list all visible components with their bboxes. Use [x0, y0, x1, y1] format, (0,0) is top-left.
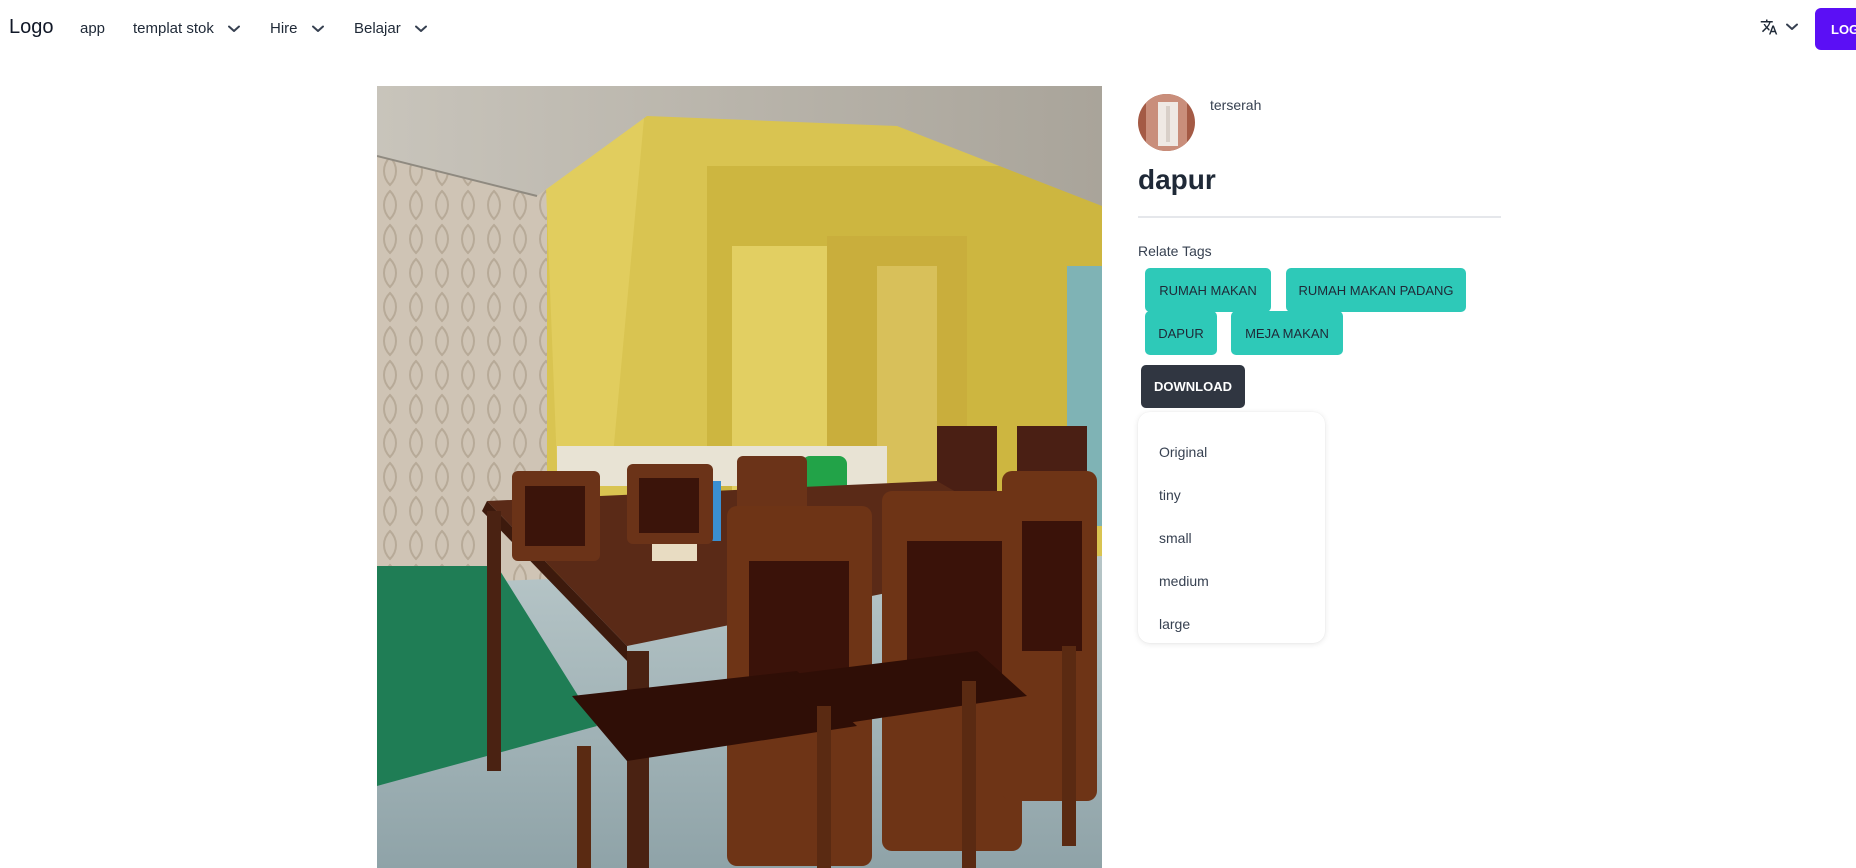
chevron-down-icon	[227, 25, 240, 32]
author-username[interactable]: terserah	[1210, 97, 1261, 113]
nav-item-label: Belajar	[354, 20, 401, 37]
download-option-large[interactable]: large	[1138, 603, 1325, 646]
download-option-small[interactable]: small	[1138, 516, 1325, 559]
nav-item-label: templat stok	[133, 20, 214, 37]
nav-item-hire[interactable]: Hire	[270, 20, 324, 37]
photo-illustration	[377, 86, 1102, 868]
nav-item-label: app	[80, 20, 106, 37]
dining-room-photo	[377, 86, 1102, 868]
tag-rumah-makan-padang[interactable]: RUMAH MAKAN PADANG	[1286, 268, 1466, 312]
tag-dapur[interactable]: DAPUR	[1145, 311, 1217, 355]
chevron-down-icon	[414, 25, 427, 32]
avatar-image	[1138, 94, 1195, 151]
top-navbar: Logo app templat stok Hire Belajar LOGIN	[0, 0, 1856, 58]
chevron-down-icon	[1786, 23, 1798, 30]
download-option-tiny[interactable]: tiny	[1138, 473, 1325, 516]
login-button[interactable]: LOGIN	[1815, 8, 1856, 50]
language-switcher[interactable]	[1760, 18, 1798, 36]
download-size-menu: Original tiny small medium large	[1138, 412, 1325, 643]
download-option-original[interactable]: Original	[1138, 430, 1325, 473]
chevron-down-icon	[311, 25, 324, 32]
tags-label: Relate Tags	[1138, 243, 1212, 259]
nav-item-app[interactable]: app	[80, 20, 105, 37]
nav-item-belajar[interactable]: Belajar	[354, 20, 427, 37]
download-button[interactable]: DOWNLOAD	[1141, 365, 1245, 408]
divider	[1138, 216, 1501, 218]
download-option-medium[interactable]: medium	[1138, 560, 1325, 603]
tag-rumah-makan[interactable]: RUMAH MAKAN	[1145, 268, 1271, 312]
nav-item-label: Hire	[270, 20, 298, 37]
logo[interactable]: Logo	[9, 16, 54, 39]
tag-meja-makan[interactable]: MEJA MAKAN	[1231, 311, 1343, 355]
nav-item-templat-stok[interactable]: templat stok	[133, 20, 240, 37]
translate-icon	[1760, 19, 1778, 35]
page-title: dapur	[1138, 164, 1216, 195]
avatar[interactable]	[1138, 94, 1195, 151]
